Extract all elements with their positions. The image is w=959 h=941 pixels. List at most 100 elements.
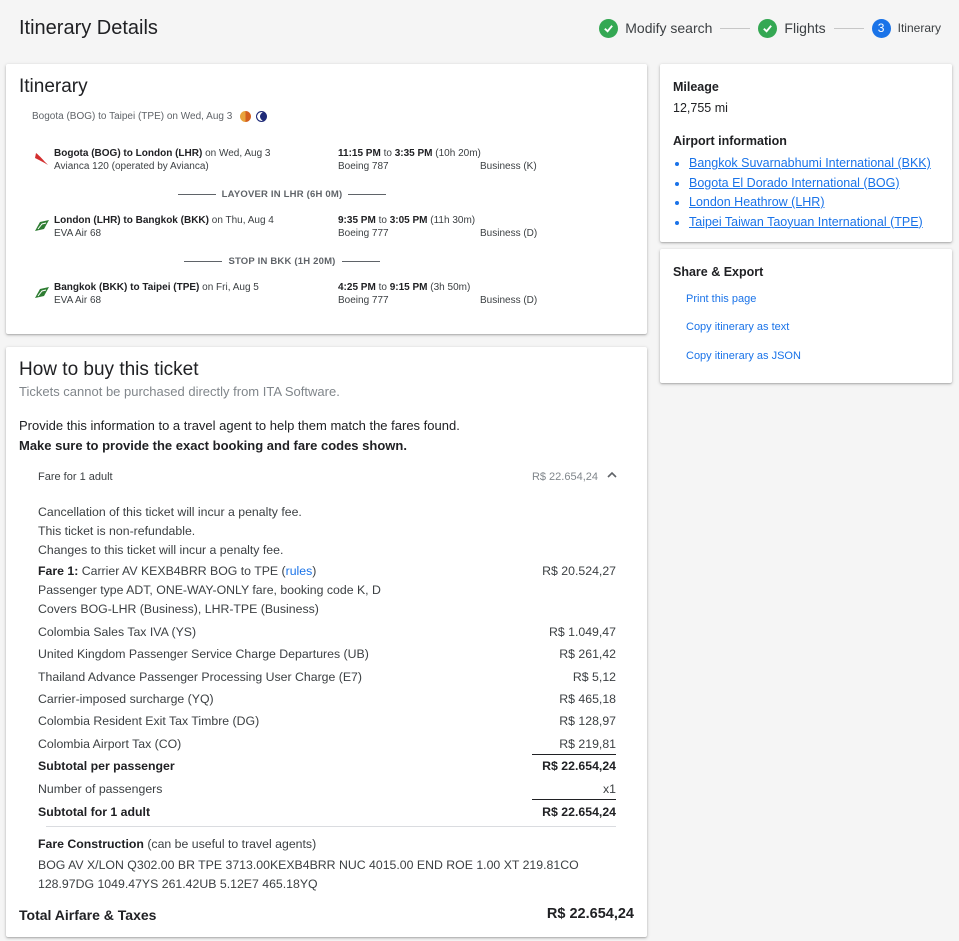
flight-segment: London (LHR) to Bangkok (BKK) on Thu, Au… <box>32 215 542 245</box>
fare-rules-link[interactable]: rules <box>286 564 313 578</box>
step-label: Modify search <box>625 20 713 36</box>
airport-link-bkk[interactable]: Bangkok Suvarnabhumi International (BKK) <box>689 156 931 170</box>
progress-stepper: Modify search Flights 3 Itinerary <box>599 18 941 38</box>
check-icon <box>758 18 778 38</box>
avianca-logo-icon <box>34 152 50 166</box>
list-item: Taipei Taiwan Taoyuan International (TPE… <box>689 213 931 233</box>
layover-label: LAYOVER IN LHR (6H 0M) <box>32 189 532 200</box>
moon-icon <box>256 111 268 122</box>
layover-label: STOP IN BKK (1H 20M) <box>32 256 532 267</box>
segment-route: London (LHR) to Bangkok (BKK) on Thu, Au… <box>54 215 274 226</box>
share-title: Share & Export <box>673 265 764 279</box>
airport-info-title: Airport information <box>673 134 787 148</box>
copy-json-link[interactable]: Copy itinerary as JSON <box>686 350 801 362</box>
step-divider <box>833 27 864 29</box>
tax-label: Thailand Advance Passenger Processing Us… <box>38 670 362 684</box>
tax-amount: R$ 261,42 <box>559 647 616 661</box>
buy-subtitle: Tickets cannot be purchased directly fro… <box>19 384 340 399</box>
itinerary-card: Itinerary Bogota (BOG) to Taipei (TPE) o… <box>6 64 647 334</box>
fare-construction-text: BOG AV X/LON Q302.00 BR TPE 3713.00KEXB4… <box>38 858 579 891</box>
tax-label: Carrier-imposed surcharge (YQ) <box>38 692 214 706</box>
total-amount: R$ 22.654,24 <box>546 906 634 922</box>
tax-label: Colombia Sales Tax IVA (YS) <box>38 625 197 639</box>
eva-air-logo-icon <box>34 219 50 233</box>
mileage-value: 12,755 mi <box>673 101 728 115</box>
list-item: London Heathrow (LHR) <box>689 193 931 213</box>
segment-aircraft: Boeing 777 <box>338 295 389 306</box>
check-icon <box>599 18 619 38</box>
section-divider <box>46 826 616 827</box>
tax-amount: R$ 5,12 <box>572 670 616 684</box>
fare-header-label: Fare for 1 adult <box>38 471 113 483</box>
fare-accordion-header[interactable]: Fare for 1 adult R$ 22.654,24 <box>38 471 618 483</box>
tax-label: Colombia Resident Exit Tax Timbre (DG) <box>38 714 260 728</box>
step-modify-search[interactable]: Modify search <box>599 18 713 38</box>
change-note: Changes to this ticket will incur a pena… <box>38 543 284 557</box>
segment-times: 9:35 PM to 3:05 PM (11h 30m) <box>338 215 476 226</box>
passengers-label: Number of passengers <box>38 782 163 796</box>
fare-1-amount: R$ 20.524,27 <box>542 564 616 578</box>
itinerary-subtitle: Bogota (BOG) to Taipei (TPE) on Wed, Aug… <box>32 111 268 122</box>
itinerary-title: Itinerary <box>19 76 88 97</box>
segment-times: 4:25 PM to 9:15 PM (3h 50m) <box>338 282 471 293</box>
airport-link-lhr[interactable]: London Heathrow (LHR) <box>689 195 825 209</box>
tax-amount: R$ 219,81 <box>559 737 616 751</box>
mileage-title: Mileage <box>673 80 719 94</box>
sun-icon <box>240 111 252 122</box>
segment-times: 11:15 PM to 3:35 PM (10h 20m) <box>338 148 481 159</box>
step-divider <box>720 27 751 29</box>
passengers-value: x1 <box>603 782 616 796</box>
subtotal-per-passenger-amount: R$ 22.654,24 <box>542 759 616 773</box>
buy-title: How to buy this ticket <box>19 359 199 380</box>
penalty-note: Cancellation of this ticket will incur a… <box>38 505 302 519</box>
buy-info-text: Provide this information to a travel age… <box>19 418 460 433</box>
segment-cabin: Business (D) <box>480 228 538 239</box>
segment-cabin: Business (D) <box>480 295 538 306</box>
airport-link-bog[interactable]: Bogota El Dorado International (BOG) <box>689 176 900 190</box>
how-to-buy-card: How to buy this ticket Tickets cannot be… <box>6 347 647 937</box>
sum-divider <box>532 754 616 755</box>
step-flights[interactable]: Flights <box>758 18 826 38</box>
fare-header-amount: R$ 22.654,24 <box>531 471 598 483</box>
buy-instructions: Provide this information to a travel age… <box>19 416 460 456</box>
step-itinerary: 3 Itinerary <box>871 18 941 38</box>
list-item: Bogota El Dorado International (BOG) <box>689 174 931 194</box>
segment-aircraft: Boeing 777 <box>338 228 389 239</box>
mileage-card: Mileage 12,755 mi Airport information Ba… <box>660 64 952 242</box>
segment-cabin: Business (K) <box>480 161 537 172</box>
step-label: Flights <box>784 20 826 36</box>
step-number: 3 <box>871 18 891 38</box>
subtotal-per-passenger-label: Subtotal per passenger <box>38 759 175 773</box>
print-page-link[interactable]: Print this page <box>686 293 756 305</box>
chevron-up-icon[interactable] <box>606 469 618 481</box>
header: Itinerary Details Modify search Flights … <box>0 0 959 58</box>
copy-text-link[interactable]: Copy itinerary as text <box>686 321 789 333</box>
share-export-card: Share & Export Print this page Copy itin… <box>660 249 952 383</box>
itinerary-route-summary: Bogota (BOG) to Taipei (TPE) on Wed, Aug… <box>32 111 233 122</box>
airport-list: Bangkok Suvarnabhumi International (BKK)… <box>673 154 931 232</box>
page: Itinerary Details Modify search Flights … <box>0 0 959 941</box>
flight-segment: Bangkok (BKK) to Taipei (TPE) on Fri, Au… <box>32 282 542 312</box>
tax-label: Colombia Airport Tax (CO) <box>38 737 182 751</box>
fare-1-passenger-type: Passenger type ADT, ONE-WAY-ONLY fare, b… <box>38 583 381 597</box>
eva-air-logo-icon <box>34 286 50 300</box>
segment-route: Bogota (BOG) to London (LHR) on Wed, Aug… <box>54 148 271 159</box>
tax-amount: R$ 465,18 <box>559 692 616 706</box>
segment-carrier: EVA Air 68 <box>54 228 102 239</box>
list-item: Bangkok Suvarnabhumi International (BKK) <box>689 154 931 174</box>
fare-construction-label: Fare Construction (can be useful to trav… <box>38 837 317 851</box>
tax-label: United Kingdom Passenger Service Charge … <box>38 647 369 661</box>
refund-note: This ticket is non-refundable. <box>38 524 196 538</box>
subtotal-amount: R$ 22.654,24 <box>542 805 616 819</box>
segment-carrier: Avianca 120 (operated by Avianca) <box>54 161 209 172</box>
page-title: Itinerary Details <box>19 17 158 39</box>
segment-carrier: EVA Air 68 <box>54 295 102 306</box>
sum-divider <box>532 799 616 800</box>
fare-1-line: Fare 1: Carrier AV KEXB4BRR BOG to TPE (… <box>38 564 317 578</box>
airport-link-tpe[interactable]: Taipei Taiwan Taoyuan International (TPE… <box>689 215 923 229</box>
buy-info-bold: Make sure to provide the exact booking a… <box>19 438 407 453</box>
segment-aircraft: Boeing 787 <box>338 161 389 172</box>
fare-1-covers: Covers BOG-LHR (Business), LHR-TPE (Busi… <box>38 602 319 616</box>
step-label: Itinerary <box>897 21 941 35</box>
tax-amount: R$ 128,97 <box>559 714 616 728</box>
